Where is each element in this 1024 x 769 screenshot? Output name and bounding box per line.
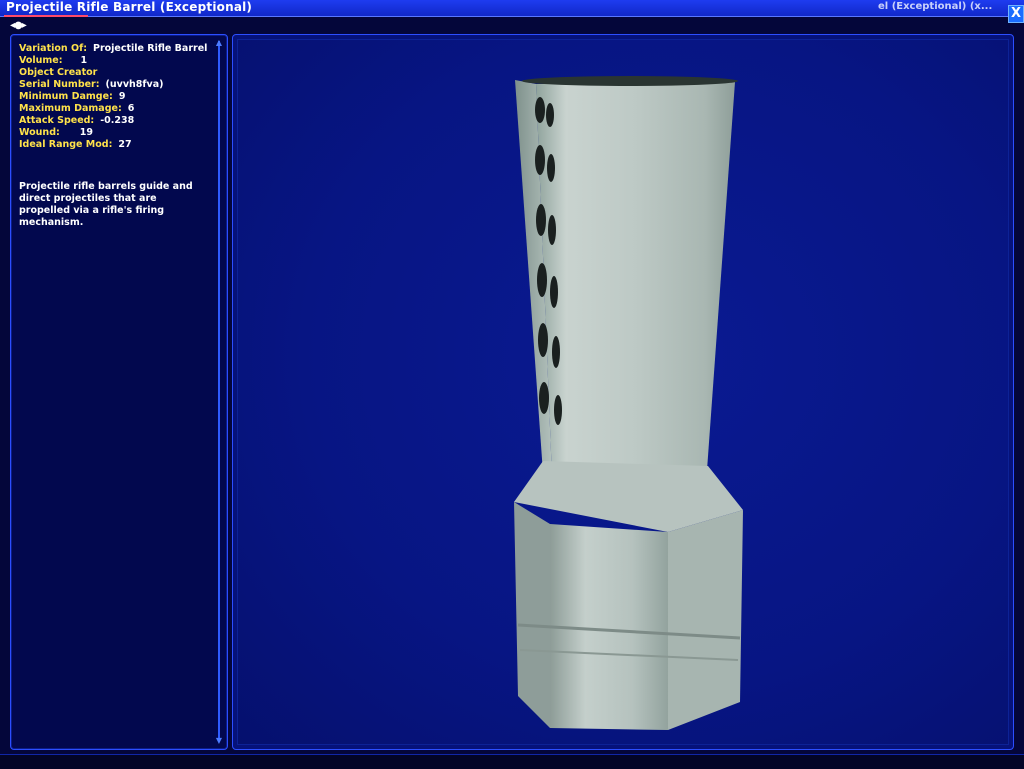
- attribute-key: Maximum Damage:: [19, 103, 122, 114]
- attribute-key: Object Creator: [19, 67, 98, 78]
- background-window-title: el (Exceptional) (x...: [878, 1, 993, 12]
- scroll-up-icon[interactable]: ▲: [214, 39, 224, 47]
- close-icon[interactable]: X: [1008, 5, 1024, 23]
- item-description: Projectile rifle barrels guide and direc…: [19, 181, 193, 228]
- attribute-row: Attack Speed: -0.238: [19, 115, 207, 127]
- attribute-value: 27: [118, 139, 132, 150]
- attribute-list: Variation Of: Projectile Rifle Barrel Vol…: [19, 43, 207, 151]
- item-viewer[interactable]: [232, 34, 1014, 750]
- attribute-value: Projectile Rifle Barrel: [93, 43, 208, 54]
- attribute-value: 1: [80, 55, 88, 66]
- attribute-value: 19: [79, 127, 94, 138]
- attribute-value: -0.238: [100, 115, 135, 126]
- scrollbar[interactable]: [218, 41, 220, 741]
- base-right-face: [668, 510, 743, 730]
- bottom-bar: [0, 754, 1024, 769]
- attribute-key: Serial Number:: [19, 79, 100, 90]
- attribute-row: Serial Number: (uvvh8fva): [19, 79, 207, 91]
- rifle-barrel-model: [514, 76, 743, 730]
- attribute-value: 9: [118, 91, 126, 102]
- attribute-row: Minimum Damge: 9: [19, 91, 207, 103]
- attribute-row: Wound: 19: [19, 127, 207, 139]
- attribute-key: Variation Of:: [19, 43, 87, 54]
- title-bar[interactable]: Projectile Rifle Barrel (Exceptional) el…: [0, 0, 1024, 17]
- scroll-down-icon[interactable]: ▼: [214, 737, 224, 745]
- viewer-canvas[interactable]: [237, 39, 1009, 745]
- window-title: Projectile Rifle Barrel (Exceptional): [6, 0, 253, 14]
- nav-arrows-icon[interactable]: ◂●▸: [10, 20, 38, 31]
- attributes-panel: Variation Of: Projectile Rifle Barrel Vol…: [10, 34, 228, 750]
- attribute-row: Variation Of: Projectile Rifle Barrel: [19, 43, 207, 55]
- attribute-row: Object Creator: [19, 67, 207, 79]
- attribute-key: Wound:: [19, 127, 60, 138]
- attribute-key: Ideal Range Mod:: [19, 139, 113, 150]
- attribute-row: Maximum Damage: 6: [19, 103, 207, 115]
- attribute-value: 6: [127, 103, 135, 114]
- attribute-value: (uvvh8fva): [105, 79, 164, 90]
- attribute-row: Volume: 1: [19, 55, 207, 67]
- attribute-row: Ideal Range Mod: 27: [19, 139, 207, 151]
- base-left-face: [514, 502, 550, 728]
- attribute-key: Volume:: [19, 55, 63, 66]
- attribute-key: Attack Speed:: [19, 115, 95, 126]
- attribute-key: Minimum Damge:: [19, 91, 113, 102]
- barrel-muzzle: [522, 76, 738, 86]
- title-accent: [4, 15, 88, 17]
- barrel-front-face: [536, 82, 735, 477]
